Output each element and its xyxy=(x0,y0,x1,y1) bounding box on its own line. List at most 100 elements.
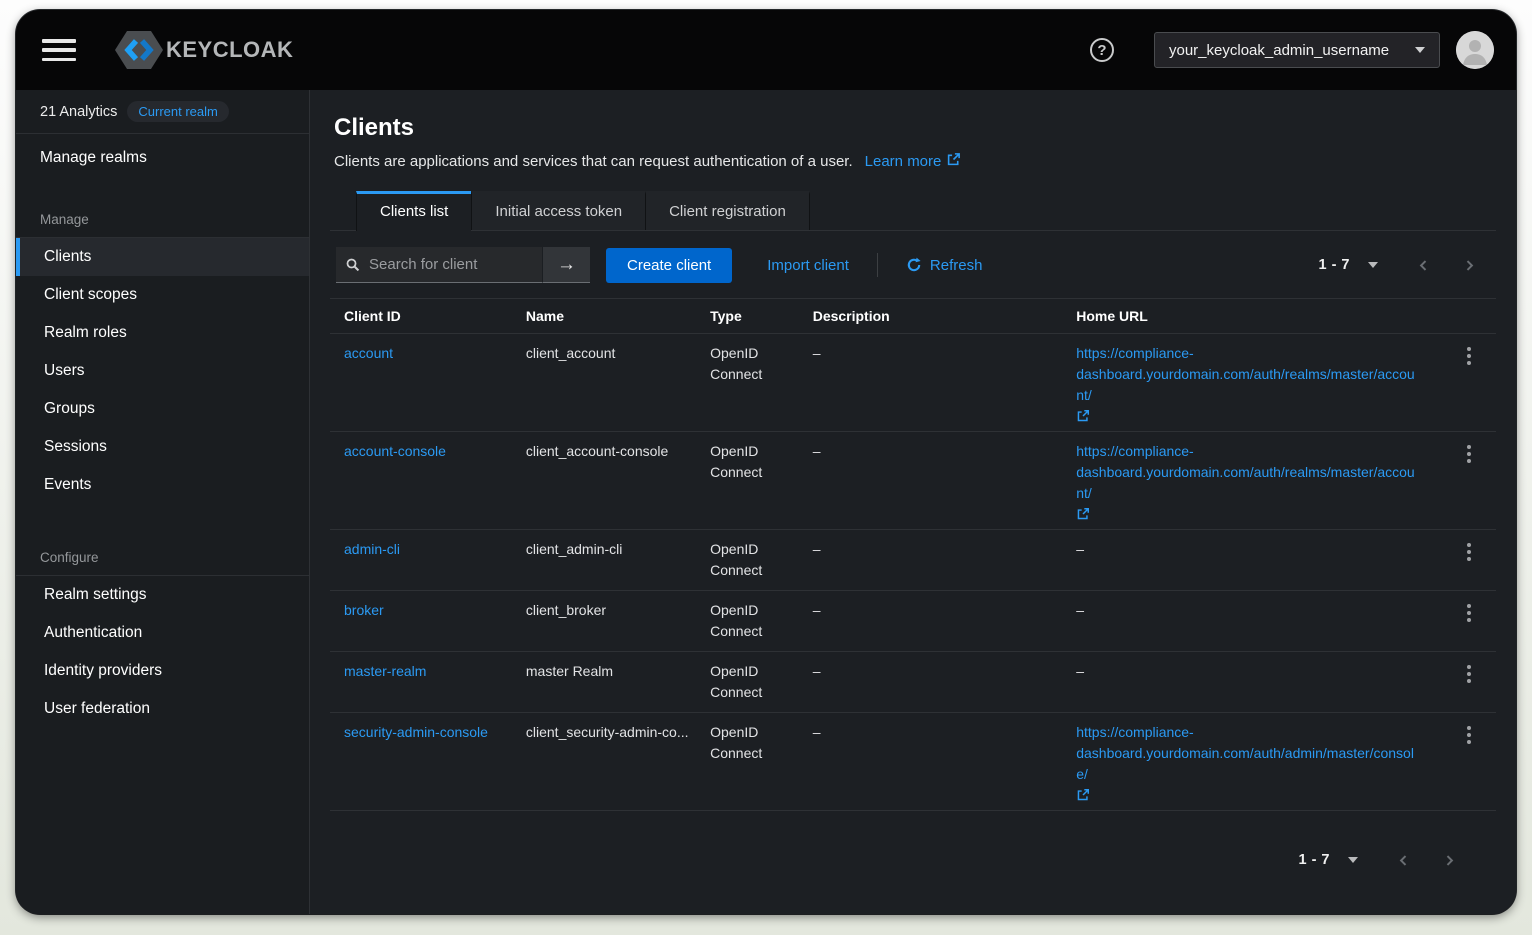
next-page-button[interactable] xyxy=(1446,250,1492,280)
client-type: OpenID Connect xyxy=(696,334,799,432)
client-id-link[interactable]: admin-cli xyxy=(344,541,400,557)
main-content: Clients Clients are applications and ser… xyxy=(310,90,1516,914)
sidebar-item-client-scopes[interactable]: Client scopes xyxy=(16,276,309,314)
row-kebab-menu-button[interactable] xyxy=(1458,441,1480,467)
page-title: Clients xyxy=(334,114,1492,142)
client-name: client_broker xyxy=(512,591,696,652)
user-menu-dropdown[interactable]: your_keycloak_admin_username xyxy=(1154,32,1440,68)
row-kebab-menu-button[interactable] xyxy=(1458,539,1480,565)
table-toolbar: Create client Import client Refresh 1 - … xyxy=(330,231,1496,298)
home-url-link[interactable]: https://compliance-dashboard.yourdomain.… xyxy=(1076,724,1414,782)
client-description: – xyxy=(799,652,1063,713)
row-kebab-menu-button[interactable] xyxy=(1458,722,1480,748)
tabs: Clients list Initial access token Client… xyxy=(330,191,1496,231)
chevron-left-icon xyxy=(1397,854,1410,867)
client-type: OpenID Connect xyxy=(696,432,799,530)
help-icon[interactable] xyxy=(1090,38,1114,62)
next-page-button[interactable] xyxy=(1426,845,1472,875)
home-url-link[interactable]: https://compliance-dashboard.yourdomain.… xyxy=(1076,443,1415,501)
client-name: client_account-console xyxy=(512,432,696,530)
external-link-icon[interactable] xyxy=(1076,787,1090,801)
refresh-button[interactable]: Refresh xyxy=(906,257,983,274)
realm-name: 21 Analytics xyxy=(40,104,117,120)
pagination-range: 1 - 7 xyxy=(1318,257,1350,273)
client-description: – xyxy=(799,432,1063,530)
col-home-url: Home URL xyxy=(1062,299,1432,334)
client-description: – xyxy=(799,713,1063,811)
pagination-range: 1 - 7 xyxy=(1298,852,1330,868)
table-row: broker client_broker OpenID Connect – – xyxy=(330,591,1496,652)
external-link-icon xyxy=(946,152,961,171)
clients-table: Client ID Name Type Description Home URL… xyxy=(330,298,1496,811)
client-type: OpenID Connect xyxy=(696,713,799,811)
row-kebab-menu-button[interactable] xyxy=(1458,661,1480,687)
client-id-link[interactable]: security-admin-console xyxy=(344,724,488,740)
pagination-options-toggle[interactable] xyxy=(1368,262,1378,268)
home-url-link[interactable]: https://compliance-dashboard.yourdomain.… xyxy=(1076,345,1415,403)
sidebar-item-realm-roles[interactable]: Realm roles xyxy=(16,314,309,352)
client-id-link[interactable]: master-realm xyxy=(344,663,426,679)
client-home-url: – xyxy=(1062,652,1432,713)
client-id-link[interactable]: account-console xyxy=(344,443,446,459)
sidebar-item-realm-settings[interactable]: Realm settings xyxy=(16,576,309,614)
pagination-bottom: 1 - 7 xyxy=(330,811,1496,875)
keycloak-admin-window: KEYCLOAK your_keycloak_admin_username 21… xyxy=(16,10,1516,914)
chevron-right-icon xyxy=(1463,259,1476,272)
chevron-down-icon xyxy=(1415,47,1425,53)
col-client-id: Client ID xyxy=(330,299,512,334)
sidebar-item-sessions[interactable]: Sessions xyxy=(16,428,309,466)
sidebar-item-users[interactable]: Users xyxy=(16,352,309,390)
sidebar-item-authentication[interactable]: Authentication xyxy=(16,614,309,652)
username-label: your_keycloak_admin_username xyxy=(1169,42,1399,59)
table-row: admin-cli client_admin-cli OpenID Connec… xyxy=(330,530,1496,591)
sidebar-item-identity-providers[interactable]: Identity providers xyxy=(16,652,309,690)
divider xyxy=(877,253,878,277)
sidebar-item-clients[interactable]: Clients xyxy=(16,238,309,276)
client-id-link[interactable]: account xyxy=(344,345,393,361)
prev-page-button[interactable] xyxy=(1400,250,1446,280)
pagination-options-toggle[interactable] xyxy=(1348,857,1358,863)
masthead: KEYCLOAK your_keycloak_admin_username xyxy=(16,10,1516,90)
keycloak-logo-icon xyxy=(114,28,164,72)
realm-selector[interactable]: 21 Analytics Current realm xyxy=(16,90,309,134)
row-kebab-menu-button[interactable] xyxy=(1458,600,1480,626)
col-type: Type xyxy=(696,299,799,334)
table-header-row: Client ID Name Type Description Home URL xyxy=(330,299,1496,334)
hamburger-menu-icon[interactable] xyxy=(42,37,76,63)
page-description: Clients are applications and services th… xyxy=(334,153,853,170)
sidebar-item-events[interactable]: Events xyxy=(16,466,309,504)
search-input[interactable] xyxy=(369,256,532,273)
search-submit-button[interactable] xyxy=(542,247,590,283)
tab-client-registration[interactable]: Client registration xyxy=(645,191,810,230)
tab-initial-access-token[interactable]: Initial access token xyxy=(471,191,645,230)
search-icon xyxy=(346,257,360,273)
learn-more-link[interactable]: Learn more xyxy=(865,153,962,170)
create-client-button[interactable]: Create client xyxy=(606,248,732,283)
avatar[interactable] xyxy=(1456,31,1494,69)
row-kebab-menu-button[interactable] xyxy=(1458,343,1480,369)
section-label-configure: Configure xyxy=(16,504,309,575)
client-id-link[interactable]: broker xyxy=(344,602,384,618)
external-link-icon[interactable] xyxy=(1076,408,1090,422)
pagination-top: 1 - 7 xyxy=(1318,250,1492,280)
sidebar-item-groups[interactable]: Groups xyxy=(16,390,309,428)
external-link-icon[interactable] xyxy=(1076,506,1090,520)
prev-page-button[interactable] xyxy=(1380,845,1426,875)
search-field xyxy=(336,247,542,283)
tab-clients-list[interactable]: Clients list xyxy=(356,191,471,231)
client-description: – xyxy=(799,591,1063,652)
table-row: security-admin-console client_security-a… xyxy=(330,713,1496,811)
client-type: OpenID Connect xyxy=(696,530,799,591)
table-row: account-console client_account-console O… xyxy=(330,432,1496,530)
import-client-link[interactable]: Import client xyxy=(767,257,849,274)
sidebar-item-user-federation[interactable]: User federation xyxy=(16,690,309,728)
current-realm-badge: Current realm xyxy=(127,101,228,122)
sidebar-item-manage-realms[interactable]: Manage realms xyxy=(16,134,309,182)
chevron-left-icon xyxy=(1417,259,1430,272)
client-description: – xyxy=(799,334,1063,432)
table-row: account client_account OpenID Connect – … xyxy=(330,334,1496,432)
client-description: – xyxy=(799,530,1063,591)
keycloak-logo: KEYCLOAK xyxy=(114,28,293,72)
client-type: OpenID Connect xyxy=(696,652,799,713)
sidebar: 21 Analytics Current realm Manage realms… xyxy=(16,90,310,914)
